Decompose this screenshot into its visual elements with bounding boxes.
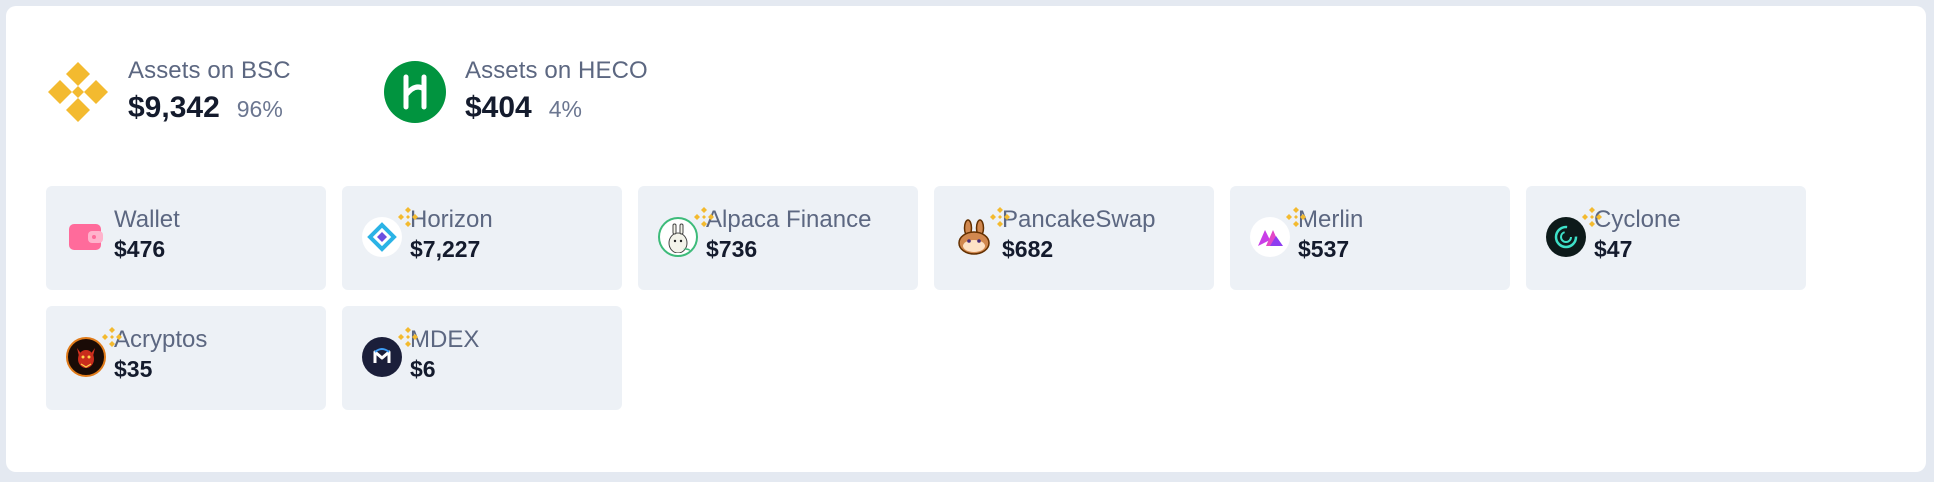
chain-summary-heco[interactable]: Assets on HECO $404 4% bbox=[383, 56, 720, 126]
protocol-name: Cyclone bbox=[1594, 206, 1681, 233]
chain-percent: 96% bbox=[236, 96, 283, 122]
protocol-card-alpaca-finance[interactable]: Alpaca Finance $736 bbox=[638, 186, 918, 290]
chain-percent: 4% bbox=[548, 96, 582, 122]
protocol-value: $47 bbox=[1594, 236, 1633, 262]
protocol-card-horizon[interactable]: Horizon $7,227 bbox=[342, 186, 622, 290]
binance-badge-icon bbox=[398, 207, 418, 227]
protocol-value: $736 bbox=[706, 236, 758, 262]
protocol-name: MDEX bbox=[410, 326, 480, 353]
protocol-value: $537 bbox=[1298, 236, 1350, 262]
protocol-card-cyclone[interactable]: Cyclone $47 bbox=[1526, 186, 1806, 290]
mdex-icon bbox=[362, 337, 402, 377]
protocol-value: $35 bbox=[114, 356, 153, 382]
alpaca-icon bbox=[658, 217, 698, 257]
protocol-value: $682 bbox=[1002, 236, 1054, 262]
protocol-card-wallet[interactable]: Wallet $476 bbox=[46, 186, 326, 290]
protocol-name: Merlin bbox=[1298, 206, 1364, 233]
pancakeswap-icon bbox=[954, 217, 994, 257]
protocol-value: $7,227 bbox=[410, 236, 481, 262]
protocol-grid: Wallet $476 Horizon $7,227 Alpaca Financ… bbox=[46, 186, 1806, 410]
merlin-icon bbox=[1250, 217, 1290, 257]
chain-amount: $404 bbox=[465, 91, 532, 124]
protocol-card-merlin[interactable]: Merlin $537 bbox=[1230, 186, 1510, 290]
chain-title: Assets on BSC bbox=[128, 57, 291, 84]
binance-badge-icon bbox=[1286, 207, 1306, 227]
binance-badge-icon bbox=[102, 327, 122, 347]
chain-summary-bsc[interactable]: Assets on BSC $9,342 96% bbox=[46, 56, 383, 126]
protocol-card-mdex[interactable]: MDEX $6 bbox=[342, 306, 622, 410]
chain-summary-row: Assets on BSC $9,342 96% Assets on HECO … bbox=[46, 56, 720, 126]
binance-icon bbox=[46, 60, 110, 124]
cyclone-icon bbox=[1546, 217, 1586, 257]
acryptos-icon bbox=[66, 337, 106, 377]
chain-amount: $9,342 bbox=[128, 91, 220, 124]
portfolio-panel: Assets on BSC $9,342 96% Assets on HECO … bbox=[6, 6, 1926, 472]
protocol-name: Wallet bbox=[114, 206, 180, 233]
protocol-value: $476 bbox=[114, 236, 166, 262]
protocol-card-acryptos[interactable]: Acryptos $35 bbox=[46, 306, 326, 410]
binance-badge-icon bbox=[990, 207, 1010, 227]
protocol-value: $6 bbox=[410, 356, 436, 382]
protocol-card-pancakeswap[interactable]: PancakeSwap $682 bbox=[934, 186, 1214, 290]
protocol-name: Alpaca Finance bbox=[706, 206, 872, 233]
binance-badge-icon bbox=[398, 327, 418, 347]
binance-badge-icon bbox=[694, 207, 714, 227]
protocol-name: PancakeSwap bbox=[1002, 206, 1156, 233]
protocol-name: Horizon bbox=[410, 206, 493, 233]
wallet-icon bbox=[66, 217, 106, 257]
binance-badge-icon bbox=[1582, 207, 1602, 227]
horizon-icon bbox=[362, 217, 402, 257]
protocol-name: Acryptos bbox=[114, 326, 208, 353]
chain-title: Assets on HECO bbox=[465, 57, 648, 84]
heco-icon bbox=[383, 60, 447, 124]
